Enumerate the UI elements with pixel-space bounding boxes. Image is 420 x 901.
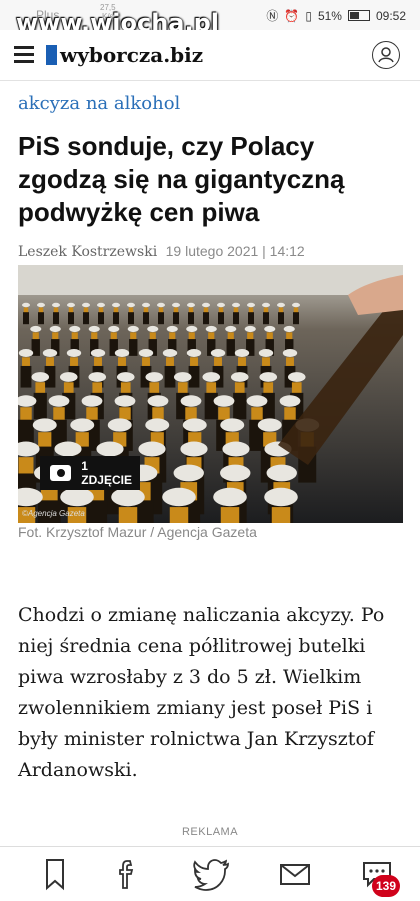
article-author[interactable]: Leszek Kostrzewski — [18, 244, 157, 260]
clock: 09:52 — [375, 8, 406, 23]
user-icon[interactable] — [372, 41, 400, 69]
vibrate-icon: ▯ — [305, 8, 312, 23]
ad-label: REKLAMA — [181, 826, 239, 838]
battery-percent: 51% — [317, 8, 342, 23]
camera-icon — [50, 465, 72, 481]
logo-mark — [46, 45, 57, 65]
app-header: wyborcza.biz — [0, 30, 420, 81]
article-headline: PiS sonduje, czy Polacy zgodzą się na gi… — [18, 131, 345, 227]
mail-icon[interactable] — [278, 857, 312, 891]
photo-count-label: 1 ZDJĘCIE — [81, 459, 132, 487]
photo-caption: Fot. Krzysztof Mazur / Agencja Gazeta — [18, 524, 257, 540]
logo-text: wyborcza.biz — [60, 43, 204, 67]
photo-watermark: ©Agencja Gazeta — [22, 509, 85, 518]
site-logo[interactable]: wyborcza.biz — [46, 43, 203, 67]
article-lead: Chodzi o zmianę naliczania akcyzy. Po ni… — [18, 604, 385, 781]
article-date: 19 lutego 2021 | 14:12 — [165, 243, 305, 259]
share-bar — [0, 846, 420, 901]
photo-gallery-button[interactable]: 1 ZDJĘCIE — [40, 456, 140, 490]
battery-icon — [347, 10, 370, 21]
bookmark-icon[interactable] — [40, 857, 70, 891]
twitter-icon[interactable] — [192, 857, 232, 891]
alarm-icon: ⏰ — [284, 8, 300, 23]
status-icons: Ⓝ ⏰ ▯ 51% 09:52 — [266, 7, 406, 24]
nfc-icon: Ⓝ — [266, 9, 279, 23]
article-kicker[interactable]: akcyza na alkohol — [18, 93, 180, 114]
article-byline: Leszek Kostrzewski 19 lutego 2021 | 14:1… — [18, 243, 305, 260]
comment-count-badge[interactable]: 139 — [372, 875, 400, 897]
hamburger-icon[interactable] — [14, 46, 34, 63]
facebook-icon[interactable] — [112, 857, 142, 891]
